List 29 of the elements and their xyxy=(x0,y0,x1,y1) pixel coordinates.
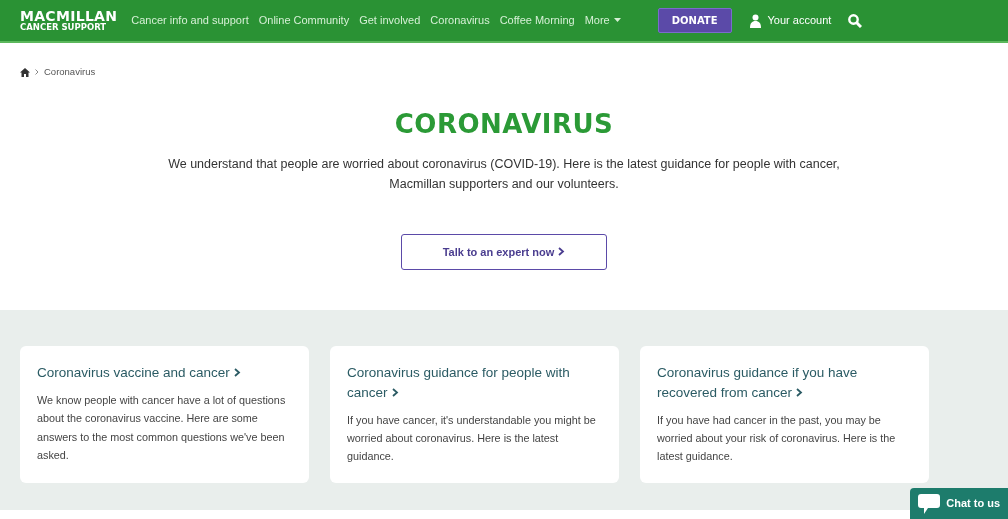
breadcrumb-item[interactable]: Coronavirus xyxy=(44,65,96,80)
nav-link[interactable]: Coffee Morning xyxy=(499,12,575,29)
nav-link[interactable]: Get involved xyxy=(359,12,421,29)
nav-link[interactable]: Online Community xyxy=(258,12,350,29)
intro-text: We understand that people are worried about coronavirus (COVID-19). Here is the latest guidance for people with cancer, Macmillan supporters and our volunteers. xyxy=(167,156,841,194)
chevron-icon xyxy=(558,247,566,257)
card-title-link[interactable]: Coronavirus guidance for people with cancer xyxy=(347,363,602,403)
card-title-link[interactable]: Coronavirus guidance if you have recovered from cancer xyxy=(657,363,912,403)
search-icon[interactable] xyxy=(848,13,863,28)
account-link[interactable]: Your account xyxy=(749,12,832,29)
chat-button[interactable]: Chat to us xyxy=(910,488,1008,519)
card-text: We know people with cancer have a lot of questions about the coronavirus vaccine. Here are some answers to the most common questions we've been asked. xyxy=(37,393,287,464)
chevron-icon xyxy=(233,368,241,378)
card-text: If you have cancer, it's understandable you might be worried about coronavirus. Here is the latest guidance. xyxy=(347,412,597,465)
speech-bubble-icon xyxy=(918,493,941,514)
nav-link[interactable]: More xyxy=(584,12,621,29)
expert-button[interactable]: Talk to an expert now xyxy=(401,234,607,271)
chevron-icon xyxy=(35,69,39,76)
home-icon[interactable] xyxy=(20,67,30,77)
page-title: CORONAVIRUS xyxy=(393,109,615,141)
nav-link[interactable]: Cancer info and support xyxy=(131,12,249,29)
logo[interactable]: MACMILLAN CANCER SUPPORT xyxy=(20,9,118,32)
chevron-icon xyxy=(796,388,804,397)
card-text: If you have had cancer in the past, you may be worried about your risk of coronavirus. Here is the latest guidance. xyxy=(657,412,897,465)
donate-button[interactable]: DONATE xyxy=(657,8,732,33)
chevron-icon xyxy=(391,388,399,397)
nav-link[interactable]: Coronavirus xyxy=(430,12,490,29)
card-title-link[interactable]: Coronavirus vaccine and cancer xyxy=(37,363,292,383)
person-icon xyxy=(749,13,761,28)
